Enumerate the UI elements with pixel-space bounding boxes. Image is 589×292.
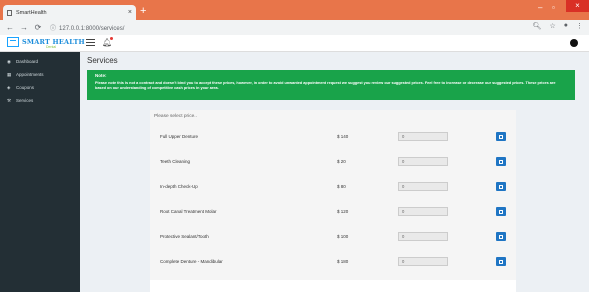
browser-tab-bar: SmartHealth × + – ▫ × (0, 0, 589, 20)
browser-tab[interactable]: SmartHealth × (3, 5, 136, 20)
maximize-button[interactable]: ▫ (552, 3, 555, 12)
service-name: Complete Denture - Mandibular (160, 259, 223, 264)
service-price: $ 180 (337, 259, 349, 264)
save-icon (499, 209, 503, 214)
main-content: Services Note: Please note this is not a… (80, 52, 589, 292)
dashboard-icon: ◉ (7, 58, 11, 64)
note-body: Please note this is not a contract and d… (95, 81, 556, 90)
card-footer (150, 280, 516, 292)
tab-close-icon[interactable]: × (128, 9, 132, 16)
logo-icon (7, 37, 19, 47)
service-price: $ 20 (337, 159, 346, 164)
back-arrow-icon[interactable]: ← (6, 23, 14, 32)
profile-icon[interactable]: ● (564, 22, 568, 30)
menu-toggle-icon[interactable] (86, 39, 95, 48)
service-row: Root Canal Treatment Molar $ 120 0 (150, 207, 516, 219)
save-icon (499, 184, 503, 189)
sidebar-item-label: Dashboard (16, 59, 39, 64)
sidebar-item-appointments[interactable]: ▦ Appointments (0, 68, 80, 81)
service-price: $ 120 (337, 209, 349, 214)
price-card: Please select price.. Full Upper Denture… (150, 110, 516, 292)
price-input[interactable]: 0 (398, 157, 448, 166)
sidebar: ◉ Dashboard ▦ Appointments ◈ Coupons ⚒ S… (0, 52, 80, 292)
page-title: Services (87, 56, 118, 65)
new-tab-button[interactable]: + (140, 5, 146, 17)
url-text: 127.0.0.1:8000/services/ (59, 26, 125, 32)
service-row: In-depth Check-Up $ 80 0 (150, 182, 516, 194)
card-title: Please select price.. (154, 114, 197, 119)
tab-title: SmartHealth (16, 9, 47, 16)
save-price-button[interactable] (496, 207, 506, 216)
zoom-icon[interactable]: 🔍︎ (533, 22, 542, 30)
save-icon (499, 134, 503, 139)
save-icon (499, 259, 503, 264)
price-input[interactable]: 0 (398, 132, 448, 141)
service-price: $ 140 (337, 134, 349, 139)
bookmark-star-icon[interactable]: ☆ (549, 22, 555, 30)
info-icon: ⓘ (50, 26, 57, 32)
save-price-button[interactable] (496, 182, 506, 191)
price-input[interactable]: 0 (398, 232, 448, 241)
service-name: Protective Sealant/Tooth (160, 234, 209, 239)
save-icon (499, 159, 503, 164)
reload-icon[interactable]: ⟳ (34, 23, 42, 32)
service-row: Teeth Cleaning $ 20 0 (150, 157, 516, 169)
sidebar-item-coupons[interactable]: ◈ Coupons (0, 81, 80, 94)
app-header: SMART HEALTH Dental 🔔︎ (0, 35, 589, 52)
note-alert: Note: Please note this is not a contract… (87, 70, 575, 100)
address-bar: ← → ⟳ ⓘ 127.0.0.1:8000/services/ 🔍︎ ☆ ● ⋮ (0, 20, 589, 35)
note-title: Note: (95, 73, 107, 78)
service-name: Teeth Cleaning (160, 159, 191, 164)
minimize-button[interactable]: – (538, 3, 542, 12)
service-name: In-depth Check-Up (160, 184, 198, 189)
window-close-button[interactable]: × (566, 0, 589, 12)
url-field[interactable]: ⓘ 127.0.0.1:8000/services/ (50, 23, 124, 32)
service-row: Complete Denture - Mandibular $ 180 0 (150, 257, 516, 269)
save-icon (499, 234, 503, 239)
save-price-button[interactable] (496, 232, 506, 241)
service-row: Protective Sealant/Tooth $ 100 0 (150, 232, 516, 244)
wrench-icon: ⚒ (7, 97, 12, 103)
price-input[interactable]: 0 (398, 182, 448, 191)
forward-arrow-icon[interactable]: → (20, 23, 28, 32)
calendar-icon: ▦ (7, 71, 12, 77)
sidebar-item-label: Coupons (16, 85, 35, 90)
service-name: Full Upper Denture (160, 134, 199, 139)
service-name: Root Canal Treatment Molar (160, 209, 217, 214)
browser-menu-icon[interactable]: ⋮ (576, 22, 583, 30)
sidebar-item-label: Services (16, 98, 34, 103)
price-input[interactable]: 0 (398, 207, 448, 216)
save-price-button[interactable] (496, 132, 506, 141)
save-price-button[interactable] (496, 257, 506, 266)
sidebar-item-label: Appointments (16, 72, 44, 77)
save-price-button[interactable] (496, 157, 506, 166)
sidebar-item-services[interactable]: ⚒ Services (0, 94, 80, 107)
logo-subtitle: Dental (46, 45, 57, 49)
service-row: Full Upper Denture $ 140 0 (150, 132, 516, 144)
service-price: $ 100 (337, 234, 349, 239)
notification-dot (110, 37, 113, 40)
sidebar-item-dashboard[interactable]: ◉ Dashboard (0, 55, 80, 68)
avatar[interactable] (570, 39, 578, 47)
tag-icon: ◈ (7, 84, 11, 90)
page-icon (7, 9, 12, 16)
service-price: $ 80 (337, 184, 346, 189)
price-input[interactable]: 0 (398, 257, 448, 266)
